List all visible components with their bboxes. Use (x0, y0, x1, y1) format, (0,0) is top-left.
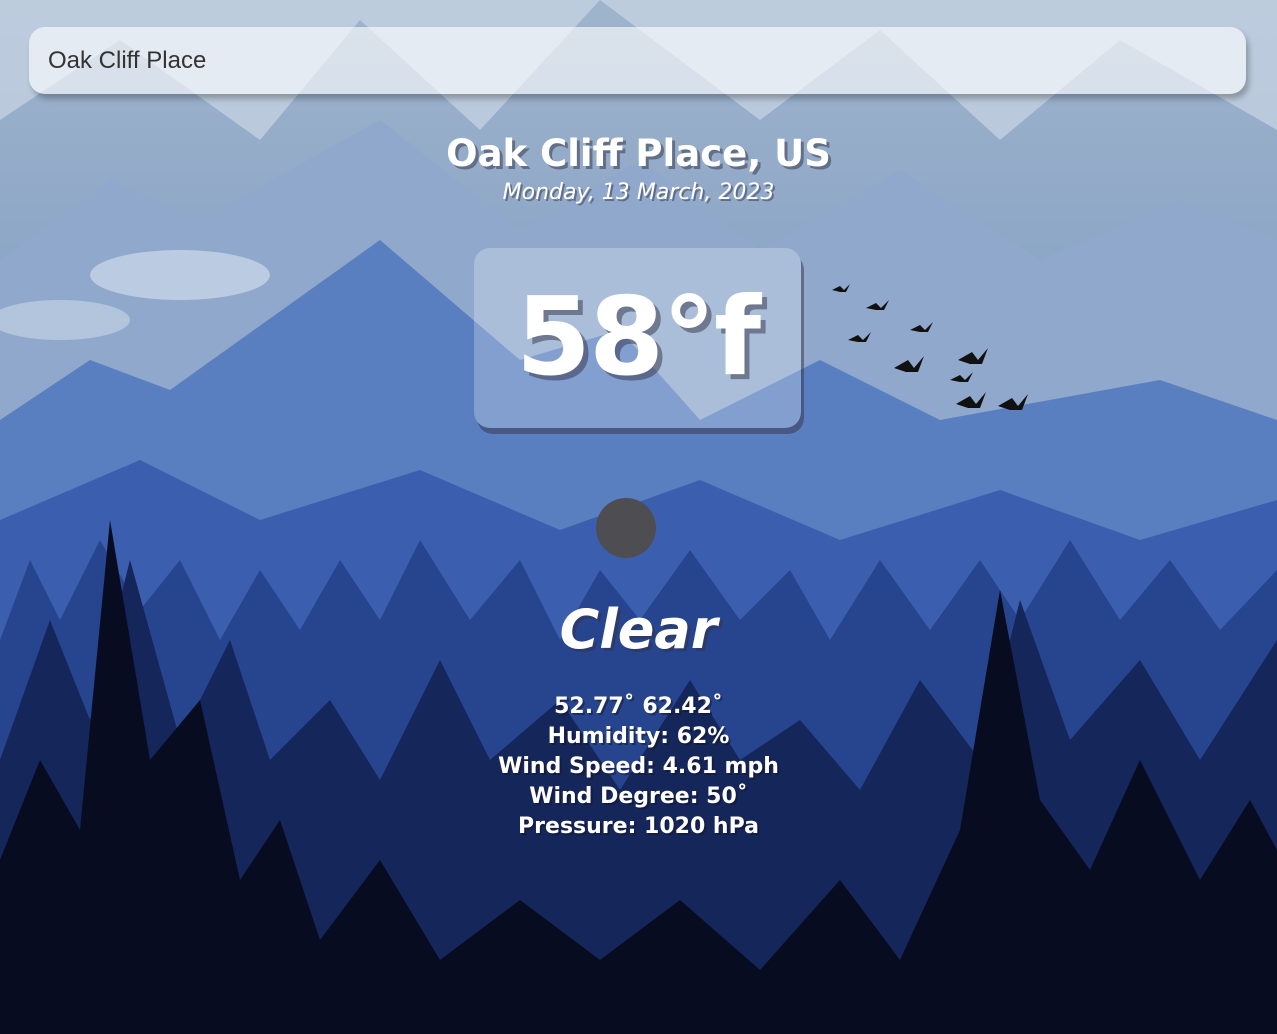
search-input[interactable] (29, 27, 1246, 94)
temperature-display: 58°f (474, 248, 801, 428)
weather-condition: Clear (559, 598, 718, 661)
weather-icon (596, 498, 656, 558)
date-label: Monday, 13 March, 2023 (502, 180, 775, 205)
pressure: Pressure: 1020 hPa (518, 814, 759, 839)
min-max-temp: 52.77˚ 62.42˚ (554, 694, 723, 719)
wind-speed: Wind Speed: 4.61 mph (498, 754, 779, 779)
humidity: Humidity: 62% (547, 724, 730, 749)
weather-details: 52.77˚ 62.42˚ Humidity: 62% Wind Speed: … (0, 692, 1277, 842)
wind-degree: Wind Degree: 50˚ (529, 784, 748, 809)
location-title: Oak Cliff Place, US (446, 132, 831, 175)
